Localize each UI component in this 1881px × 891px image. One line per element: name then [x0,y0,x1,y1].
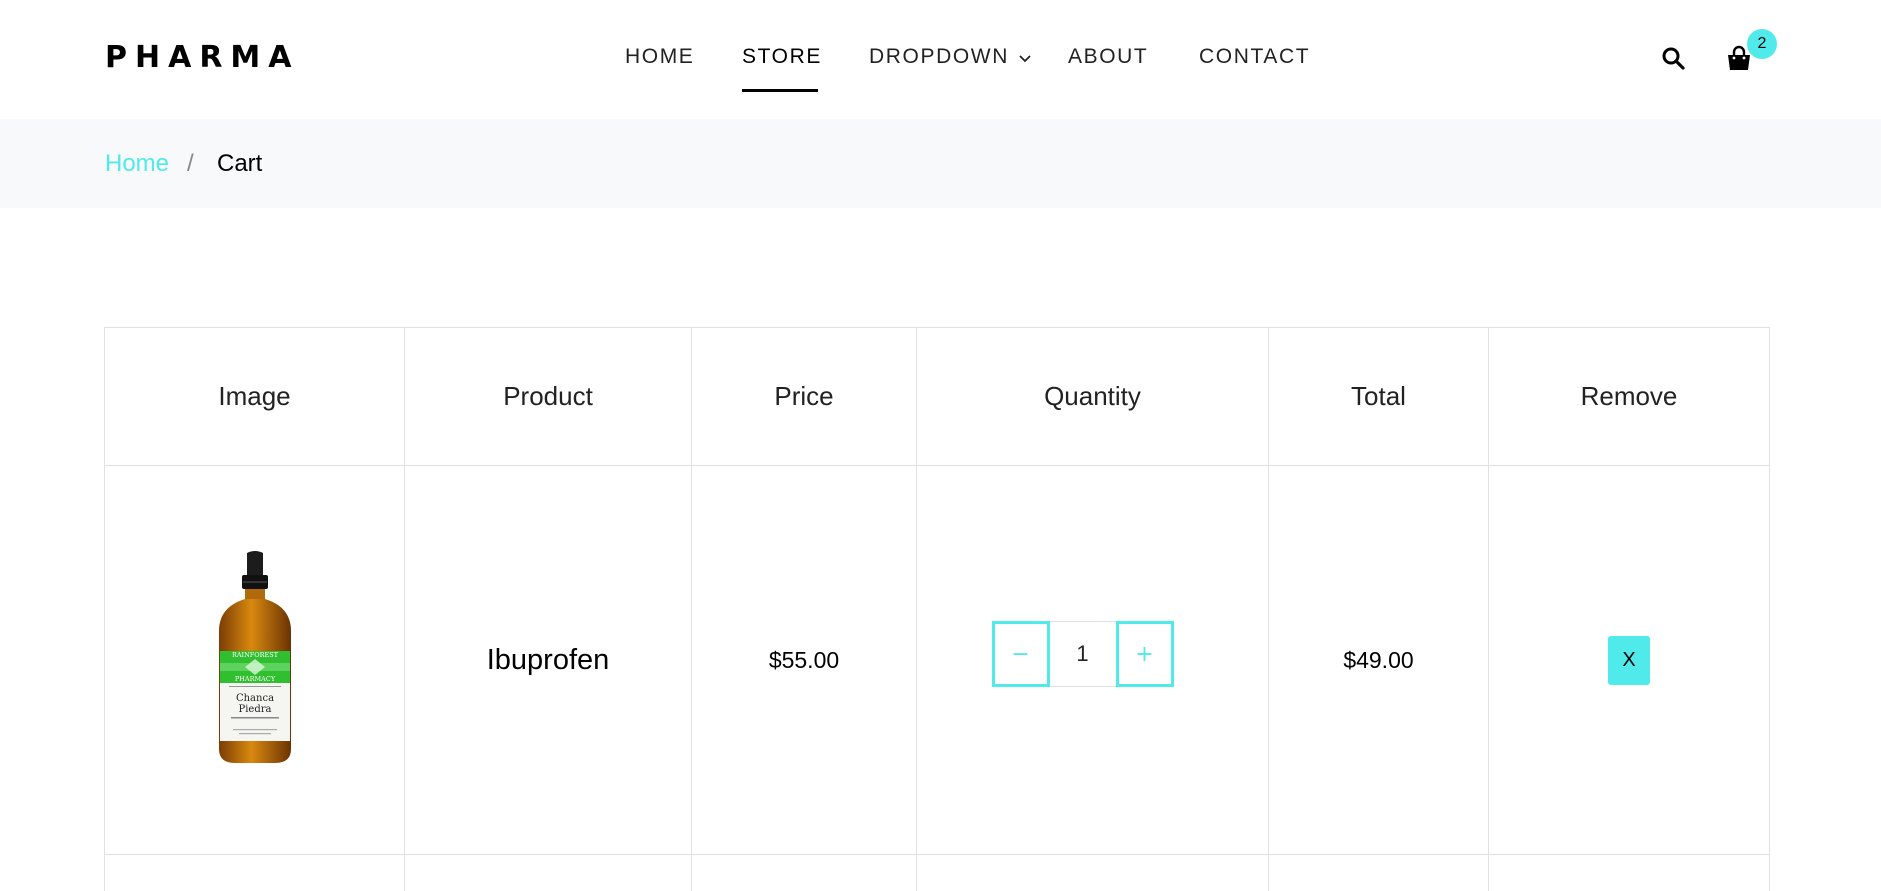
quantity-increase-button[interactable]: + [1115,621,1174,687]
column-header-remove: Remove [1488,327,1770,466]
nav-dropdown-label: DROPDOWN [869,45,1009,68]
active-nav-underline [742,89,818,92]
product-name[interactable]: Ibuprofen [487,644,610,676]
table-row [104,854,1770,891]
table-cell [691,854,917,891]
nav-about[interactable]: ABOUT [1068,45,1148,69]
table-row: RAINFOREST PHARMACY Chanca Piedra Ibupro… [104,465,1770,855]
label-name-line1: Chanca [235,693,273,704]
column-header-image: Image [104,327,405,466]
table-cell [1488,854,1770,891]
quantity-input[interactable] [1049,621,1116,687]
quantity-decrease-button[interactable]: − [991,621,1050,687]
breadcrumb-separator: / [187,150,194,177]
product-image: RAINFOREST PHARMACY Chanca Piedra [218,550,291,763]
table-cell [1268,854,1489,891]
price-cell: $55.00 [691,465,917,855]
site-header: PHARMA HOME STORE DROPDOWN ABOUT CONTACT… [0,0,1881,119]
search-icon[interactable] [1661,46,1685,75]
table-cell [916,854,1269,891]
quantity-stepper: − + [991,621,1174,687]
remove-item-button[interactable]: X [1608,635,1650,685]
product-image-cell: RAINFOREST PHARMACY Chanca Piedra [104,465,405,855]
nav-contact[interactable]: CONTACT [1199,45,1310,69]
chevron-down-icon [1019,45,1031,69]
breadcrumb-home-link[interactable]: Home [105,150,169,178]
label-brand-bottom: PHARMACY [234,675,275,683]
column-header-quantity: Quantity [916,327,1269,466]
cart-table: Image Product Price Quantity Total Remov… [104,327,1770,891]
label-brand-top: RAINFOREST [231,651,278,659]
total-cell: $49.00 [1268,465,1489,855]
cart-count-badge: 2 [1747,29,1777,59]
remove-cell: X [1488,465,1770,855]
column-header-product: Product [404,327,692,466]
line-total: $49.00 [1343,646,1414,673]
nav-dropdown[interactable]: DROPDOWN [869,45,1031,69]
column-header-total: Total [1268,327,1489,466]
nav-home[interactable]: HOME [625,45,694,69]
nav-store[interactable]: STORE [742,45,822,69]
table-header-row: Image Product Price Quantity Total Remov… [104,327,1770,466]
site-logo[interactable]: PHARMA [105,40,299,75]
breadcrumb-current: Cart [217,150,263,177]
table-cell [104,854,405,891]
breadcrumb [0,119,1881,208]
label-name-line2: Piedra [238,704,271,715]
quantity-cell: − + [916,465,1269,855]
column-header-price: Price [691,327,917,466]
product-name-cell: Ibuprofen [404,465,692,855]
table-cell [404,854,692,891]
product-price: $55.00 [768,646,840,673]
